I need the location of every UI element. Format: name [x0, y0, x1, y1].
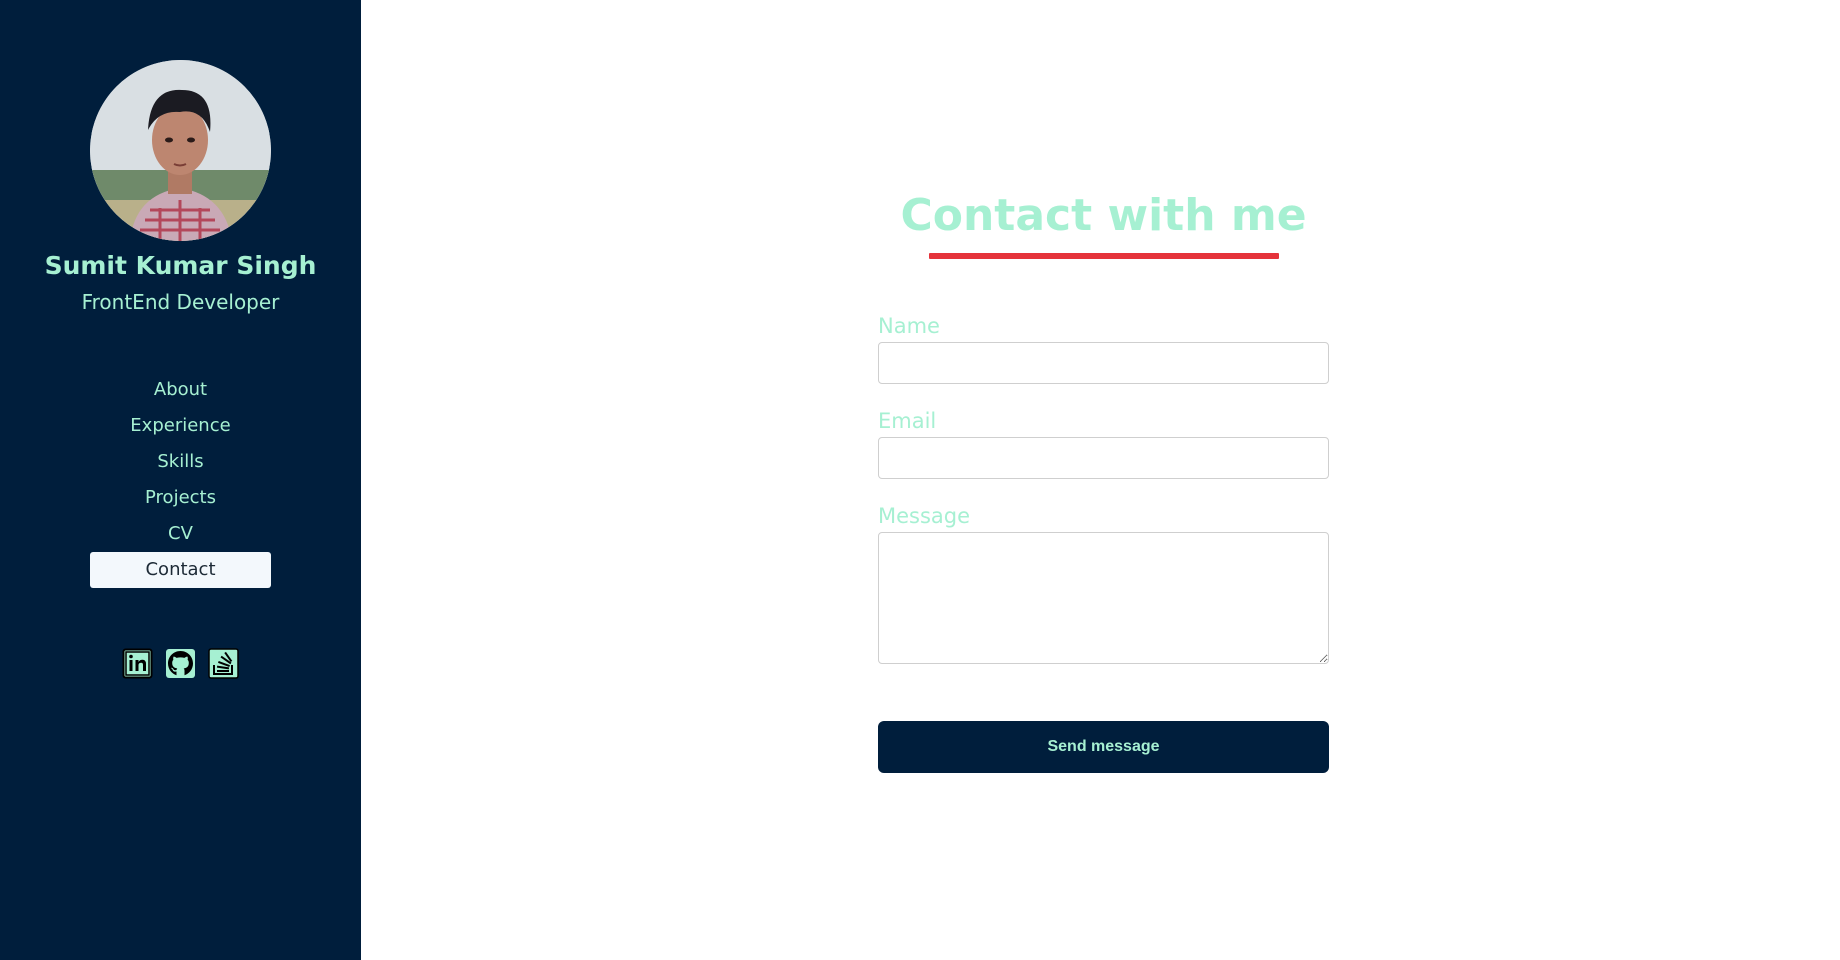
avatar: [90, 60, 271, 241]
sidebar-nav: About Experience Skills Projects CV Cont…: [90, 372, 271, 588]
nav-item-projects[interactable]: Projects: [90, 480, 271, 516]
message-label: Message: [878, 504, 971, 528]
email-label: Email: [878, 409, 937, 433]
heading-underline: [928, 253, 1279, 259]
name-field[interactable]: [878, 342, 1329, 384]
contact-form: Contact with me Name Email Message Send …: [878, 190, 1329, 773]
message-field[interactable]: [878, 532, 1329, 664]
github-icon[interactable]: [165, 648, 196, 679]
page-title: Contact with me: [900, 190, 1307, 241]
nav-item-contact[interactable]: Contact: [90, 552, 271, 588]
sidebar: Sumit Kumar Singh FrontEnd Developer Abo…: [0, 0, 361, 960]
send-message-button[interactable]: Send message: [878, 721, 1329, 773]
nav-item-about[interactable]: About: [90, 372, 271, 408]
name-label: Name: [878, 314, 940, 338]
profile-title: FrontEnd Developer: [81, 290, 280, 314]
social-links: [122, 648, 239, 679]
main-content: Contact with me Name Email Message Send …: [361, 0, 1840, 960]
email-field[interactable]: [878, 437, 1329, 479]
nav-item-cv[interactable]: CV: [90, 516, 271, 552]
nav-item-skills[interactable]: Skills: [90, 444, 271, 480]
stackoverflow-icon[interactable]: [208, 648, 239, 679]
profile-name: Sumit Kumar Singh: [44, 251, 317, 280]
linkedin-icon[interactable]: [122, 648, 153, 679]
nav-item-experience[interactable]: Experience: [90, 408, 271, 444]
